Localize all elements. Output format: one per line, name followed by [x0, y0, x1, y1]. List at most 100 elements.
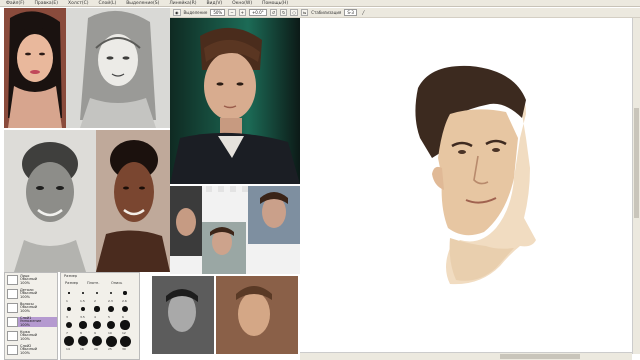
brush-size-label: 12: [122, 330, 126, 335]
layer-row[interactable]: Волосы Обычный 100%: [7, 302, 57, 313]
brush-size-label: 10: [108, 330, 112, 335]
layer-row[interactable]: Детали Обычный 100%: [7, 288, 57, 299]
layer-row[interactable]: Лицо Обычный 100%: [7, 274, 57, 285]
layers-panel: Лицо Обычный 100% Детали Обычный 100% Во…: [4, 272, 58, 360]
brush-size-label: 2.3: [108, 298, 113, 303]
rotation-field[interactable]: +0.0°: [248, 9, 267, 16]
layer-opacity: 100%: [20, 322, 31, 327]
selection-icon[interactable]: ◉: [173, 9, 181, 16]
rotate-right-icon[interactable]: ↻: [280, 9, 288, 16]
layer-thumbnail: [7, 289, 18, 299]
brush-size-label: 5: [108, 314, 110, 319]
reference-woman-photo: [96, 130, 170, 272]
scrollbar-thumb[interactable]: [500, 354, 580, 359]
layer-thumbnail: [7, 303, 18, 313]
brush-size-label: 1: [66, 298, 68, 303]
menu-layer[interactable]: Слой(L): [99, 1, 117, 6]
brush-size-option[interactable]: [106, 320, 116, 330]
reset-icon[interactable]: ○: [290, 9, 298, 16]
stabilizer-label: Стабилизация: [311, 10, 342, 15]
layer-row[interactable]: Слой2 Обычный 100%: [7, 344, 57, 355]
vertical-scrollbar[interactable]: [632, 18, 640, 354]
zoom-out-button[interactable]: −: [228, 9, 236, 16]
stabilizer-select[interactable]: S-3: [344, 9, 357, 16]
horizontal-scrollbar[interactable]: [300, 352, 632, 360]
menu-ruler[interactable]: Линейка(R): [169, 1, 196, 6]
brush-size-panel: Размер Размер Плотн. Опись 1 1.5 2 2.3 2.6 3 3…: [60, 272, 140, 360]
brush-size-label: 1.5: [80, 298, 85, 303]
reference-tom-photos-strip: [170, 186, 300, 274]
brush-size-option[interactable]: [105, 335, 117, 347]
option-outline[interactable]: Опись: [111, 281, 122, 285]
brush-size-option[interactable]: [95, 291, 99, 295]
layer-opacity: 100%: [20, 350, 31, 355]
brush-size-label: 2.6: [122, 298, 127, 303]
layer-thumbnail: [7, 317, 18, 327]
brush-size-option[interactable]: [79, 321, 87, 329]
rotate-left-icon[interactable]: ↺: [269, 9, 278, 16]
layer-row-selected[interactable]: Слой1 Умножение 100%: [7, 316, 57, 327]
brush-size-label: 4: [94, 314, 96, 319]
brush-size-option[interactable]: [65, 321, 73, 329]
brush-size-label: 14: [66, 346, 70, 351]
layer-opacity: 100%: [20, 280, 31, 285]
menu-canvas[interactable]: Холст(C): [68, 1, 88, 6]
brush-size-option[interactable]: [123, 291, 127, 295]
layer-thumbnail: [7, 275, 18, 285]
layer-opacity: 100%: [20, 294, 31, 299]
brush-size-option[interactable]: [119, 335, 131, 347]
menu-bar: Файл(F) Правка(E) Холст(C) Слой(L) Выдел…: [0, 0, 640, 7]
menu-help[interactable]: Помощь(H): [262, 1, 288, 6]
drawing-canvas[interactable]: [300, 18, 632, 354]
flip-icon[interactable]: ⇋: [300, 9, 309, 16]
brush-size-option[interactable]: [93, 321, 101, 329]
menu-edit[interactable]: Правка(E): [35, 1, 58, 6]
reference-tom-photo-main: [170, 18, 300, 184]
portrait-painting: [415, 65, 536, 285]
layer-thumbnail: [7, 345, 18, 355]
menu-view[interactable]: Вид(V): [206, 1, 222, 6]
layer-opacity: 100%: [20, 308, 31, 313]
brush-size-option[interactable]: [108, 306, 114, 312]
option-density[interactable]: Плотн.: [87, 281, 99, 285]
brush-size-option[interactable]: [121, 305, 129, 313]
brush-size-label: 25: [108, 346, 112, 351]
brush-size-label: 7: [66, 330, 68, 335]
brush-size-option[interactable]: [64, 336, 74, 346]
brush-size-option[interactable]: [91, 335, 103, 347]
pen-icon[interactable]: ╱: [360, 9, 367, 16]
brush-size-option[interactable]: [68, 292, 70, 294]
selection-label: Выделение: [183, 10, 208, 15]
reference-pencil-sketch-woman: [66, 8, 170, 128]
brush-size-option[interactable]: [77, 335, 89, 347]
reference-selfie-photo: [4, 8, 66, 128]
brush-size-label: 3: [66, 314, 68, 319]
brush-size-option[interactable]: [120, 320, 130, 330]
option-size[interactable]: Размер: [65, 281, 78, 285]
zoom-field[interactable]: 50%: [210, 9, 226, 16]
menu-selection[interactable]: Выделение(S): [126, 1, 159, 6]
brush-size-label: 20: [94, 346, 98, 351]
brush-size-option[interactable]: [109, 291, 113, 295]
brush-size-label: 30: [122, 346, 126, 351]
brush-size-option[interactable]: [94, 306, 100, 312]
brush-size-label: 6: [122, 314, 124, 319]
menu-file[interactable]: Файл(F): [6, 1, 25, 6]
scrollbar-thumb[interactable]: [634, 108, 639, 218]
canvas-toolbar: ◉ Выделение 50% − + +0.0° ↺ ↻ ○ ⇋ Стабил…: [170, 8, 640, 18]
zoom-in-button[interactable]: +: [238, 9, 246, 16]
brush-size-label: 2: [94, 298, 96, 303]
layer-thumbnail: [7, 331, 18, 341]
layer-row[interactable]: Кожа Обычный 100%: [7, 330, 57, 341]
brush-panel-title: Размер: [64, 274, 78, 278]
reference-tom-photos-bottom: [150, 276, 300, 354]
brush-size-label: 8: [80, 330, 82, 335]
brush-size-label: 3.5: [80, 314, 85, 319]
brush-size-label: 16: [80, 346, 84, 351]
brush-size-option[interactable]: [80, 306, 86, 312]
reference-pencil-sketch-girl: [4, 130, 96, 272]
brush-size-option[interactable]: [82, 292, 84, 294]
brush-size-option[interactable]: [67, 307, 71, 311]
brush-size-label: 9: [94, 330, 96, 335]
menu-window[interactable]: Окно(W): [232, 1, 252, 6]
